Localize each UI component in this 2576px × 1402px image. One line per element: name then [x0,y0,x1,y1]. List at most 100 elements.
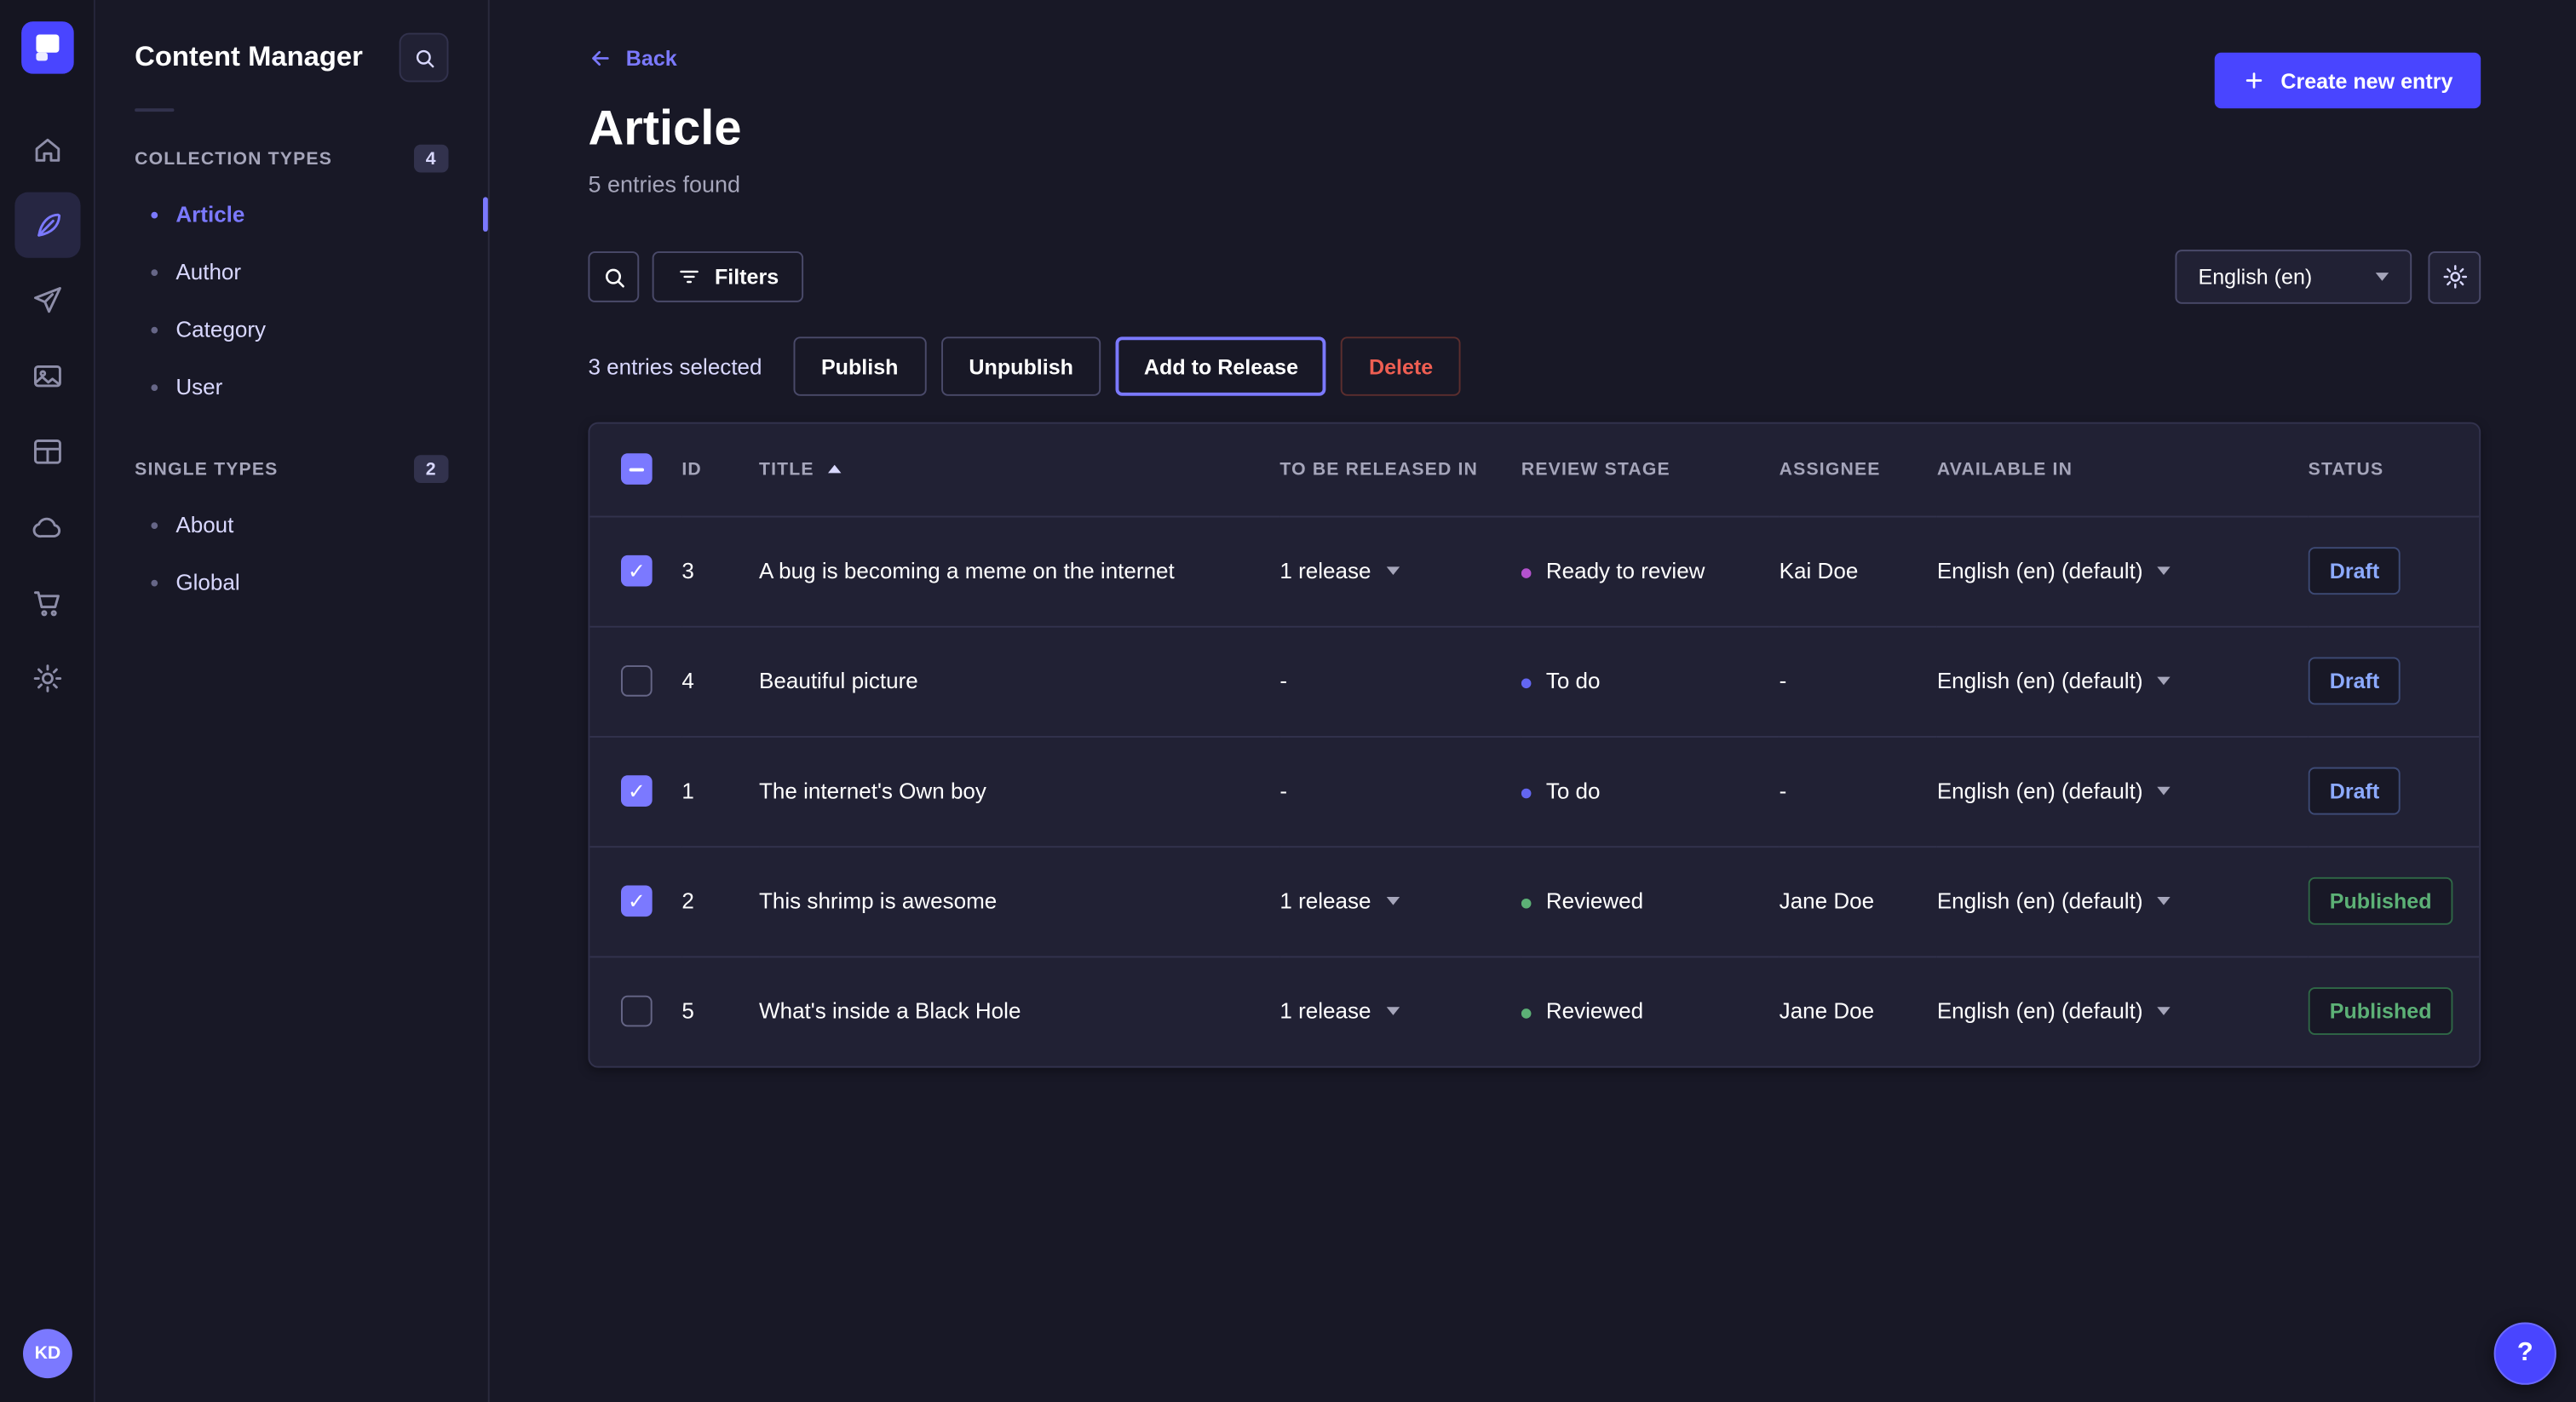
filter-icon [677,265,702,290]
row-checkbox[interactable] [621,775,653,807]
select-all-checkbox[interactable] [621,454,653,486]
toolbar: Filters English (en) [588,250,2481,304]
sort-title-button[interactable]: TITLE [759,460,841,480]
chevron-down-icon [2158,787,2171,796]
sidebar-item-author[interactable]: Author [135,243,448,301]
header-release: TO BE RELEASED IN [1279,424,1521,516]
rail-item-releases[interactable] [14,267,79,333]
selection-bar: 3 entries selected Publish Unpublish Add… [588,336,2481,395]
sort-ascending-icon [827,465,840,474]
chevron-down-icon [2376,273,2389,281]
status-badge: Draft [2309,767,2401,815]
cell-title: This shrimp is awesome [759,846,1279,956]
back-arrow-icon [588,46,612,71]
rail-item-home[interactable] [14,117,79,182]
release-dropdown[interactable]: 1 release [1279,888,1399,913]
header-status: STATUS [2309,424,2480,516]
home-icon [31,133,64,166]
cell-title: What's inside a Black Hole [759,956,1279,1066]
chevron-down-icon [2158,897,2171,905]
gear-icon [2441,263,2469,291]
section-collection-types: COLLECTION TYPES 4 [135,145,448,173]
status-badge: Draft [2309,657,2401,704]
cart-icon [31,587,64,620]
rail-item-marketplace[interactable] [14,570,79,635]
cell-title: The internet's Own boy [759,736,1279,846]
sidebar-item-about[interactable]: About [135,496,448,554]
bullet-icon [151,211,158,218]
sidebar-title: Content Manager [135,41,363,74]
cell-assignee: Kai Doe [1780,516,1937,626]
rail-item-cloud[interactable] [14,495,79,560]
cell-id: 1 [681,736,759,846]
add-to-release-button[interactable]: Add to Release [1116,336,1326,395]
sidebar-item-global[interactable]: Global [135,554,448,612]
table-row[interactable]: 1 The internet's Own boy - To do - Engli… [589,736,2479,846]
table-row[interactable]: 3 A bug is becoming a meme on the intern… [589,516,2479,626]
search-button[interactable] [588,251,639,302]
stage-dot [1521,679,1532,689]
status-badge: Published [2309,877,2453,925]
release-chevron-icon [1386,566,1399,575]
row-checkbox[interactable] [621,665,653,697]
bullet-icon [151,579,158,586]
locale-dropdown[interactable]: English (en) (default) [1937,888,2171,913]
divider [135,108,174,112]
chevron-down-icon [2158,677,2171,686]
publish-button[interactable]: Publish [793,336,926,395]
locale-select[interactable]: English (en) [2175,250,2412,304]
table-row[interactable]: 5 What's inside a Black Hole 1 release R… [589,956,2479,1066]
sidebar-item-article[interactable]: Article [135,186,448,244]
cell-stage: To do [1521,736,1780,846]
cell-assignee: Jane Doe [1780,846,1937,956]
locale-dropdown[interactable]: English (en) (default) [1937,669,2171,693]
view-settings-button[interactable] [2428,250,2481,303]
gear-icon [31,662,64,695]
cell-assignee: - [1780,626,1937,736]
rail-item-media-library[interactable] [14,343,79,409]
rail-item-settings[interactable] [14,646,79,711]
sidebar-search-button[interactable] [400,33,449,83]
collection-types-count-badge: 4 [414,145,449,173]
rail-item-content-type-builder[interactable] [14,419,79,485]
locale-dropdown[interactable]: English (en) (default) [1937,559,2171,583]
locale-dropdown[interactable]: English (en) (default) [1937,999,2171,1024]
row-checkbox[interactable] [621,555,653,587]
delete-button[interactable]: Delete [1341,336,1461,395]
release-dropdown[interactable]: - [1279,779,1314,803]
header-id: ID [681,424,759,516]
rail-item-content-manager[interactable] [14,192,79,258]
strapi-logo[interactable] [20,21,73,74]
sidebar-item-category[interactable]: Category [135,301,448,359]
user-avatar[interactable]: KD [23,1329,72,1378]
search-icon [601,264,627,290]
row-checkbox[interactable] [621,886,653,917]
sidebar-item-user[interactable]: User [135,358,448,416]
unpublish-button[interactable]: Unpublish [941,336,1101,395]
cell-id: 4 [681,626,759,736]
locale-dropdown[interactable]: English (en) (default) [1937,779,2171,803]
create-new-entry-button[interactable]: Create new entry [2215,53,2481,109]
table-row[interactable]: 2 This shrimp is awesome 1 release Revie… [589,846,2479,956]
bullet-icon [151,326,158,333]
single-types-count-badge: 2 [414,455,449,483]
app-window: KD Content Manager COLLECTION TYPES 4 Ar… [0,0,2576,1402]
stage-dot [1521,899,1532,909]
help-button[interactable]: ? [2494,1323,2556,1385]
plus-icon [2243,69,2266,92]
release-dropdown[interactable]: 1 release [1279,999,1399,1024]
entries-count: 5 entries found [588,171,2481,198]
header-stage: REVIEW STAGE [1521,424,1780,516]
paper-plane-icon [31,284,64,318]
cell-stage: To do [1521,626,1780,736]
release-dropdown[interactable]: - [1279,669,1314,693]
cloud-icon [31,511,64,544]
selection-count: 3 entries selected [588,354,762,379]
release-dropdown[interactable]: 1 release [1279,559,1399,583]
back-link[interactable]: Back [588,46,676,71]
filters-button[interactable]: Filters [653,251,803,302]
row-checkbox[interactable] [621,996,653,1027]
table-row[interactable]: 4 Beautiful picture - To do - English (e… [589,626,2479,736]
page-title: Article [588,102,2481,157]
entries-table: ID TITLE TO BE RELEASED IN REVIEW STAGE … [589,424,2479,1066]
